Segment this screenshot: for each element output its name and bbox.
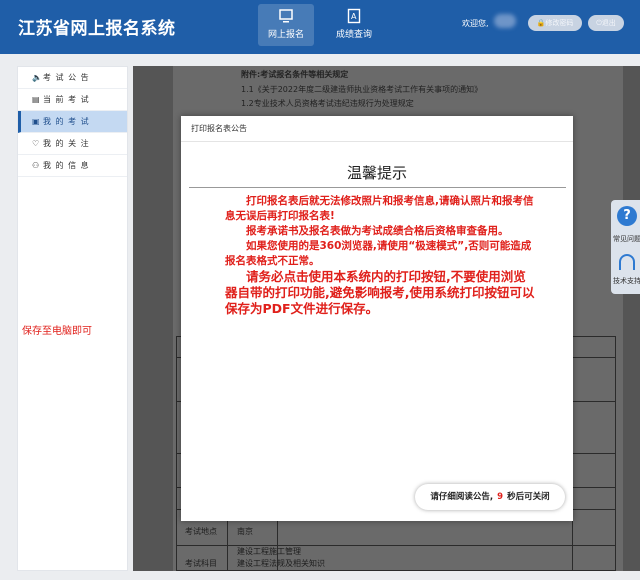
document-icon: ▤ <box>32 95 41 104</box>
sidebar-item-my-follows[interactable]: ♡ 我 的 关 注 <box>18 133 127 155</box>
sidebar-item-exam-announcements[interactable]: 🔈考 试 公 告 <box>18 67 127 89</box>
nav-online-registration[interactable]: 网上报名 <box>258 4 314 46</box>
help-float-panel: ? 常见问题 技术支持 <box>611 200 640 294</box>
nav-score-query-label: 成绩查询 <box>335 30 372 40</box>
svg-text:A: A <box>351 12 357 21</box>
doc-link-1: 1.1《关于2022年度二级建造师执业资格考试工作有关事项的通知》 <box>241 85 483 94</box>
exam-location-label: 考试地点 <box>185 527 217 536</box>
faq-link[interactable]: 常见问题 <box>613 234 640 244</box>
list-icon: ▣ <box>32 117 41 126</box>
heart-icon: ♡ <box>32 139 41 148</box>
logout-button[interactable]: ⏻退出 <box>588 15 624 31</box>
notice-paragraph-4: 请务必点击使用本系统内的打印按钮,不要使用浏览器自带的打印功能,避免影响报考,使… <box>225 269 535 316</box>
notice-body: 打印报名表后就无法修改照片和报考信息,请确认照片和报考信息无误后再打印报名表! … <box>225 194 535 317</box>
change-password-button[interactable]: 🔒修改密码 <box>528 15 582 31</box>
notice-paragraph-2: 报考承诺书及报名表做为考试成绩合格后资格审查备用。 <box>246 225 509 237</box>
sidebar-item-my-info[interactable]: ⚇ 我 的 信 息 <box>18 155 127 177</box>
countdown-number: 9 <box>497 492 504 502</box>
doc-attachment-heading: 附件:考试报名条件等相关规定 <box>241 70 349 79</box>
exam-subject-label: 考试科目 <box>185 559 217 568</box>
speaker-icon: 🔈 <box>32 73 43 82</box>
save-to-computer-note: 保存至电脑即可 <box>22 326 92 337</box>
modal-title: 温馨提示 <box>346 164 407 182</box>
modal-header: 打印报名表公告 <box>181 116 573 142</box>
sidebar-item-current-exams[interactable]: ▤ 当 前 考 试 <box>18 89 127 111</box>
nav-score-query[interactable]: A 成绩查询 <box>326 4 382 46</box>
exam-location-value: 南京 <box>237 527 253 536</box>
score-icon: A <box>347 8 361 24</box>
monitor-icon <box>279 9 293 23</box>
tech-support-link[interactable]: 技术支持 <box>613 276 640 286</box>
print-notice-modal: 打印报名表公告 温馨提示 打印报名表后就无法修改照片和报考信息,请确认照片和报考… <box>181 116 573 521</box>
close-countdown-button[interactable]: 请仔细阅读公告, 9 秒后可关闭 <box>415 484 565 510</box>
modal-divider <box>189 187 566 188</box>
welcome-text: 欢迎您, <box>462 19 489 28</box>
sidebar: 🔈考 试 公 告 ▤ 当 前 考 试 ▣ 我 的 考 试 ♡ 我 的 关 注 ⚇ 我 的… <box>17 66 128 571</box>
doc-link-2: 1.2专业技术人员资格考试违纪违规行为处理规定 <box>241 99 414 108</box>
headset-icon[interactable] <box>619 254 635 270</box>
sidebar-item-my-exams[interactable]: ▣ 我 的 考 试 <box>18 111 127 133</box>
notice-paragraph-1: 打印报名表后就无法修改照片和报考信息,请确认照片和报考信息无误后再打印报名表! <box>225 195 534 222</box>
user-icon: ⚇ <box>32 161 41 170</box>
username-blurred <box>494 14 516 28</box>
top-header: 江苏省网上报名系统 网上报名 A 成绩查询 欢迎您, 🔒修改密码 ⏻退出 <box>0 0 640 54</box>
notice-paragraph-3: 如果您使用的是360浏览器,请使用“极速模式”,否则可能造成报名表格式不正常。 <box>225 240 532 267</box>
app-title: 江苏省网上报名系统 <box>18 19 176 39</box>
exam-subject-value-1: 建设工程施工管理 <box>237 547 301 556</box>
question-icon[interactable]: ? <box>617 206 637 226</box>
exam-subject-value-2: 建设工程法规及相关知识 <box>237 559 325 568</box>
nav-online-registration-label: 网上报名 <box>267 30 304 40</box>
